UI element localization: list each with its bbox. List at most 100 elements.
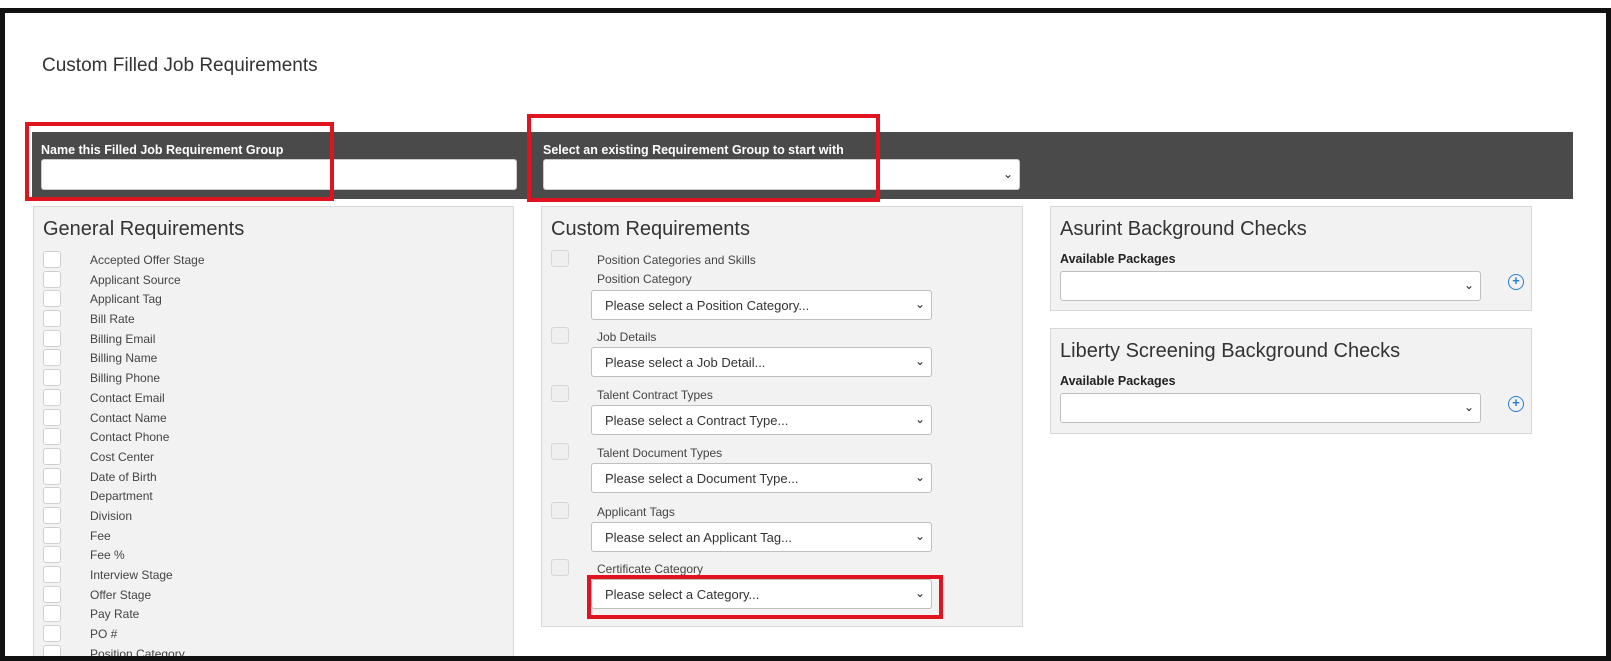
requirement-checkbox[interactable]: [43, 428, 61, 446]
chevron-down-icon: ⌄: [914, 354, 925, 368]
requirement-row: Accepted Offer Stage: [43, 250, 503, 270]
requirement-label: Division: [90, 508, 133, 523]
custom-requirement-select[interactable]: Please select an Applicant Tag... ⌄: [591, 522, 932, 552]
liberty-title: Liberty Screening Background Checks: [1060, 340, 1401, 362]
requirement-checkbox[interactable]: [43, 369, 61, 387]
requirement-checkbox[interactable]: [43, 487, 61, 505]
custom-requirement-select[interactable]: Please select a Job Detail... ⌄: [591, 347, 932, 377]
requirement-row: Contact Email: [43, 388, 503, 408]
requirement-label: Fee %: [90, 548, 125, 563]
requirement-row: Billing Email: [43, 329, 503, 349]
requirement-label: Bill Rate: [90, 312, 135, 327]
existing-group-label: Select an existing Requirement Group to …: [543, 143, 844, 157]
custom-requirement-checkbox[interactable]: [551, 385, 569, 402]
requirement-checkbox[interactable]: [43, 270, 61, 288]
custom-requirement-label: Certificate Category: [597, 562, 704, 576]
chevron-down-icon: ⌄: [914, 586, 925, 600]
requirement-label: Cost Center: [90, 449, 155, 464]
custom-requirement-label: Talent Contract Types: [597, 388, 713, 402]
requirement-label: Fee: [90, 528, 111, 543]
requirement-row: Pay Rate: [43, 604, 503, 624]
requirement-row: Offer Stage: [43, 585, 503, 605]
requirement-checkbox[interactable]: [43, 251, 61, 268]
existing-group-select[interactable]: ⌄: [543, 159, 1020, 190]
custom-requirement-label: Job Details: [597, 330, 657, 344]
custom-requirement-checkbox[interactable]: [551, 502, 569, 519]
asurint-packages-label: Available Packages: [1060, 252, 1176, 266]
requirement-checkbox[interactable]: [43, 447, 61, 465]
custom-requirement-select[interactable]: Please select a Position Category... ⌄: [591, 290, 932, 320]
requirement-label: Interview Stage: [90, 568, 173, 582]
requirement-row: Billing Name: [43, 348, 503, 368]
asurint-packages-select[interactable]: ⌄: [1060, 271, 1481, 301]
custom-requirement-label: Position Categories and Skills: [597, 253, 756, 267]
plus-circle-icon[interactable]: +: [1508, 396, 1524, 412]
requirement-row: Fee %: [43, 545, 503, 565]
requirement-label: Contact Phone: [90, 430, 170, 445]
liberty-card: Liberty Screening Background Checks Avai…: [1050, 328, 1532, 434]
requirement-checkbox[interactable]: [43, 526, 61, 544]
chevron-down-icon: ⌄: [1463, 400, 1474, 414]
requirement-row: Interview Stage: [43, 565, 503, 585]
custom-requirement-select[interactable]: Please select a Contract Type... ⌄: [591, 405, 932, 435]
custom-requirement-checkbox[interactable]: [551, 559, 569, 576]
custom-requirement-select[interactable]: Please select a Document Type... ⌄: [591, 463, 932, 493]
requirement-label: Applicant Tag: [90, 292, 162, 307]
requirement-row: Applicant Source: [43, 270, 503, 290]
group-name-label: Name this Filled Job Requirement Group: [41, 143, 284, 157]
requirement-row: Department: [43, 486, 503, 506]
requirement-checkbox[interactable]: [43, 388, 61, 406]
group-settings-bar: Name this Filled Job Requirement Group S…: [32, 132, 1573, 199]
asurint-card: Asurint Background Checks Available Pack…: [1050, 206, 1532, 311]
requirement-row: Billing Phone: [43, 368, 503, 388]
requirement-label: Date of Birth: [90, 469, 157, 484]
requirement-checkbox[interactable]: [43, 585, 61, 603]
custom-requirement-checkbox[interactable]: [551, 250, 569, 267]
screenshot-frame: Custom Filled Job Requirements Name this…: [0, 8, 1611, 661]
requirement-label: Contact Email: [90, 390, 165, 405]
requirement-row: PO #: [43, 624, 503, 644]
requirement-label: Offer Stage: [90, 587, 152, 602]
liberty-packages-select[interactable]: ⌄: [1060, 393, 1481, 423]
requirement-label: Contact Name: [90, 410, 167, 425]
requirement-label: Accepted Offer Stage: [90, 253, 205, 267]
requirement-row: Bill Rate: [43, 309, 503, 329]
custom-requirement-checkbox[interactable]: [551, 327, 569, 344]
requirement-checkbox[interactable]: [43, 349, 61, 367]
chevron-down-icon: ⌄: [914, 297, 925, 311]
requirement-checkbox[interactable]: [43, 605, 61, 623]
requirement-row: Applicant Tag: [43, 289, 503, 309]
requirement-checkbox[interactable]: [43, 329, 61, 347]
requirement-checkbox[interactable]: [43, 625, 61, 643]
requirement-checkbox[interactable]: [43, 644, 61, 656]
plus-circle-icon[interactable]: +: [1508, 274, 1524, 290]
requirement-checkbox[interactable]: [43, 546, 61, 564]
requirement-row: Division: [43, 506, 503, 526]
chevron-down-icon: ⌄: [914, 412, 925, 426]
chevron-down-icon: ⌄: [914, 470, 925, 484]
requirement-row: Position Category: [43, 644, 503, 656]
custom-requirement-label: Applicant Tags: [597, 505, 675, 519]
chevron-down-icon: ⌄: [914, 529, 925, 543]
liberty-packages-label: Available Packages: [1060, 374, 1176, 388]
custom-requirements-card: Custom Requirements Position Categories …: [541, 206, 1023, 627]
requirement-label: Pay Rate: [90, 607, 140, 622]
general-requirements-list: Accepted Offer Stage Applicant Source Appl…: [43, 250, 503, 656]
page-title: Custom Filled Job Requirements: [42, 55, 318, 76]
requirement-checkbox[interactable]: [43, 310, 61, 328]
requirement-checkbox[interactable]: [43, 290, 61, 308]
requirement-row: Contact Phone: [43, 427, 503, 447]
requirement-label: Applicant Source: [90, 272, 181, 287]
requirement-label: Billing Phone: [90, 371, 161, 386]
group-name-input[interactable]: [41, 159, 517, 190]
requirement-label: PO #: [90, 627, 118, 642]
requirement-checkbox[interactable]: [43, 467, 61, 485]
requirement-checkbox[interactable]: [43, 566, 61, 583]
custom-requirement-checkbox[interactable]: [551, 443, 569, 460]
requirement-checkbox[interactable]: [43, 408, 61, 426]
custom-requirement-select[interactable]: Please select a Category... ⌄: [591, 579, 932, 609]
requirement-row: Contact Name: [43, 408, 503, 428]
requirement-label: Billing Name: [90, 351, 158, 366]
custom-requirement-label: Talent Document Types: [597, 446, 723, 460]
requirement-checkbox[interactable]: [43, 506, 61, 524]
